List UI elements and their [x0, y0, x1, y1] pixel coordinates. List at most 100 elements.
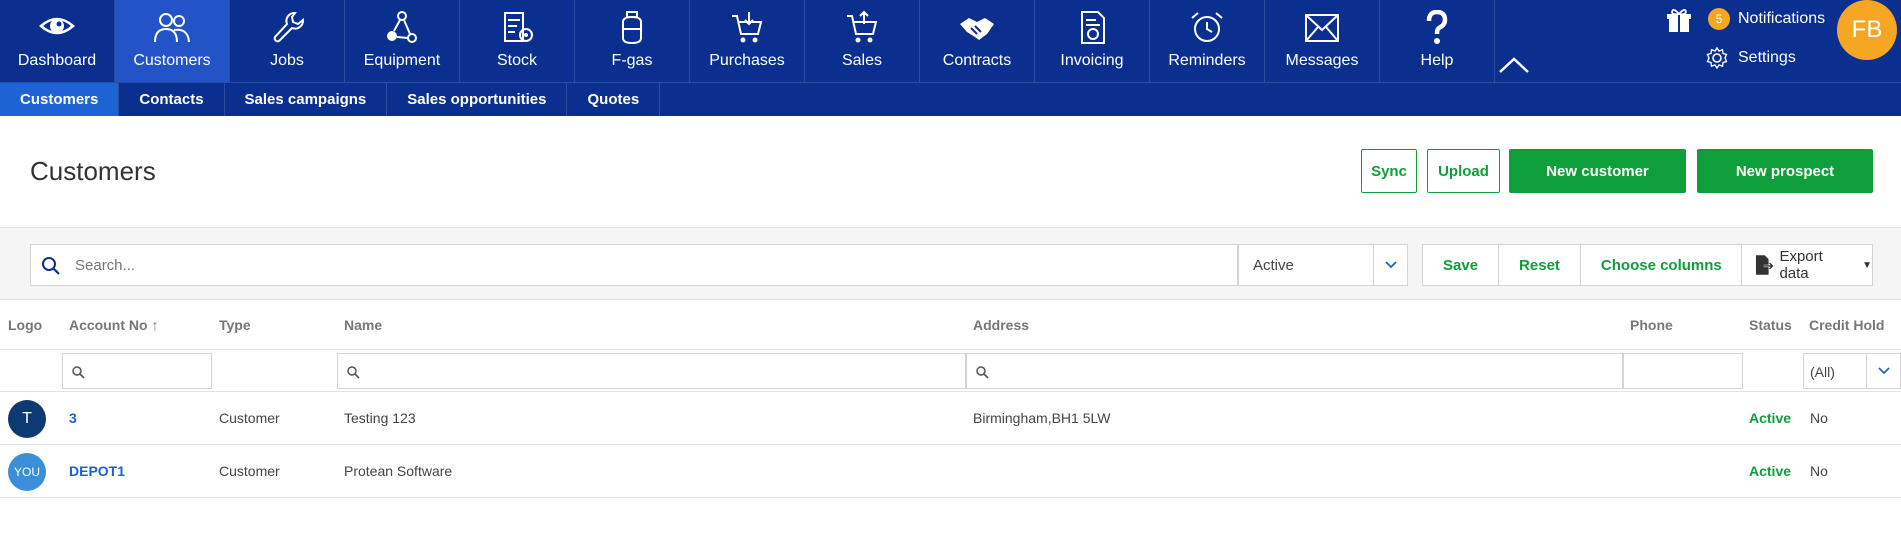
nav-stock[interactable]: Stock — [460, 0, 575, 82]
new-customer-button[interactable]: New customer — [1509, 149, 1686, 193]
nav-label: Help — [1420, 52, 1454, 69]
name-cell: Protean Software — [344, 463, 453, 479]
column-header-phone[interactable]: Phone — [1630, 317, 1673, 333]
nav-equipment[interactable]: Equipment — [345, 0, 460, 82]
nav-help[interactable]: Help — [1380, 0, 1495, 82]
search-icon — [347, 366, 360, 379]
alarm-clock-icon — [1191, 12, 1223, 42]
column-header-account-no[interactable]: Account No ↑ — [69, 317, 158, 333]
notification-count-badge: 5 — [1708, 8, 1730, 30]
chevron-down-icon[interactable] — [1866, 354, 1900, 388]
export-file-icon — [1755, 255, 1774, 275]
chevron-up-icon[interactable] — [1497, 54, 1531, 76]
column-filter-row: (All) — [0, 350, 1901, 392]
top-navigation: Dashboard Customers Jobs Equipment Stock… — [0, 0, 1901, 82]
new-prospect-button[interactable]: New prospect — [1697, 149, 1873, 193]
page-header: Customers Sync Upload New customer New p… — [0, 116, 1901, 228]
nav-reminders[interactable]: Reminders — [1150, 0, 1265, 82]
cart-out-icon — [847, 10, 878, 43]
export-data-label: Export data — [1779, 248, 1823, 282]
column-header-label: Account No — [69, 317, 148, 333]
upload-button[interactable]: Upload — [1427, 149, 1500, 193]
envelope-icon — [1305, 14, 1339, 42]
search-icon — [42, 257, 60, 275]
subnav-sales-campaigns[interactable]: Sales campaigns — [225, 83, 388, 116]
sort-ascending-icon: ↑ — [151, 317, 159, 333]
subnav-sales-opportunities[interactable]: Sales opportunities — [387, 83, 568, 116]
status-filter-select[interactable]: Active — [1238, 244, 1408, 286]
nav-customers[interactable]: Customers — [115, 0, 230, 82]
table-row[interactable]: T 3 Customer Testing 123 Birmingham,BH1 … — [0, 392, 1901, 445]
column-header-status[interactable]: Status — [1749, 317, 1792, 333]
column-header-name[interactable]: Name — [344, 317, 382, 333]
equipment-icon — [387, 11, 417, 43]
search-input[interactable] — [75, 245, 1225, 285]
page-title: Customers — [30, 156, 156, 186]
export-data-button[interactable]: Export data ▼ — [1741, 244, 1873, 286]
account-no-link[interactable]: DEPOT1 — [69, 463, 125, 479]
name-filter-input[interactable] — [337, 353, 966, 389]
customer-logo-avatar: YOU — [8, 453, 46, 491]
nav-label: Dashboard — [17, 52, 97, 69]
credit-hold-filter-select[interactable]: (All) — [1803, 353, 1901, 389]
search-icon — [72, 366, 85, 379]
customers-table: Logo Account No ↑ Type Name Address Phon… — [0, 300, 1901, 498]
save-button[interactable]: Save — [1423, 245, 1500, 285]
nav-invoicing[interactable]: Invoicing — [1035, 0, 1150, 82]
address-cell: Birmingham,BH1 5LW — [973, 410, 1111, 426]
column-header-logo[interactable]: Logo — [8, 317, 42, 333]
gear-icon — [1706, 47, 1728, 69]
status-cell: Active — [1749, 463, 1792, 479]
reset-button[interactable]: Reset — [1499, 245, 1581, 285]
customer-logo-avatar: T — [8, 400, 46, 438]
settings-link[interactable]: Settings — [1706, 47, 1796, 69]
credit-hold-cell: No — [1810, 410, 1828, 426]
subnav-customers[interactable]: Customers — [0, 83, 120, 116]
caret-down-icon: ▼ — [1862, 259, 1872, 271]
question-icon — [1426, 10, 1448, 44]
subnav-contacts[interactable]: Contacts — [119, 83, 225, 116]
account-no-filter-input[interactable] — [62, 353, 212, 389]
user-avatar[interactable]: FB — [1837, 0, 1897, 60]
nav-fgas[interactable]: F-gas — [575, 0, 690, 82]
type-cell: Customer — [219, 463, 280, 479]
chevron-down-icon[interactable] — [1373, 245, 1407, 285]
credit-hold-filter-value: (All) — [1810, 364, 1835, 380]
table-row[interactable]: YOU DEPOT1 Customer Protean Software Act… — [0, 445, 1901, 498]
notifications-link[interactable]: 5 Notifications — [1708, 8, 1825, 30]
nav-label: Equipment — [363, 52, 441, 69]
column-header-credit-hold[interactable]: Credit Hold — [1809, 317, 1884, 333]
nav-jobs[interactable]: Jobs — [230, 0, 345, 82]
filter-bar: Active Save Reset Choose columns Export … — [0, 228, 1901, 300]
nav-sales[interactable]: Sales — [805, 0, 920, 82]
table-header: Logo Account No ↑ Type Name Address Phon… — [0, 300, 1901, 350]
nav-label: Purchases — [709, 52, 785, 69]
column-header-address[interactable]: Address — [973, 317, 1029, 333]
nav-dashboard[interactable]: Dashboard — [0, 0, 115, 82]
subnav-quotes[interactable]: Quotes — [567, 83, 661, 116]
address-filter-input[interactable] — [966, 353, 1623, 389]
nav-label: Jobs — [270, 52, 304, 69]
nav-label: Stock — [496, 52, 537, 69]
nav-label: Customers — [133, 52, 211, 69]
nav-messages[interactable]: Messages — [1265, 0, 1380, 82]
type-cell: Customer — [219, 410, 280, 426]
stock-icon — [504, 12, 533, 42]
nav-purchases[interactable]: Purchases — [690, 0, 805, 82]
account-no-link[interactable]: 3 — [69, 410, 77, 426]
nav-contracts[interactable]: Contracts — [920, 0, 1035, 82]
choose-columns-button[interactable]: Choose columns — [1581, 245, 1742, 285]
notifications-label: Notifications — [1738, 10, 1826, 27]
column-header-type[interactable]: Type — [219, 317, 251, 333]
eye-icon — [39, 17, 75, 35]
gift-icon[interactable] — [1664, 6, 1694, 36]
filter-actions: Save Reset Choose columns — [1422, 244, 1743, 286]
search-icon — [976, 366, 989, 379]
settings-label: Settings — [1738, 49, 1796, 66]
users-icon — [154, 13, 190, 43]
nav-label: Invoicing — [1060, 52, 1124, 69]
search-box — [30, 244, 1238, 286]
main-nav: Dashboard Customers Jobs Equipment Stock… — [0, 0, 1495, 82]
phone-filter-input[interactable] — [1623, 353, 1743, 389]
sync-button[interactable]: Sync — [1361, 149, 1417, 193]
